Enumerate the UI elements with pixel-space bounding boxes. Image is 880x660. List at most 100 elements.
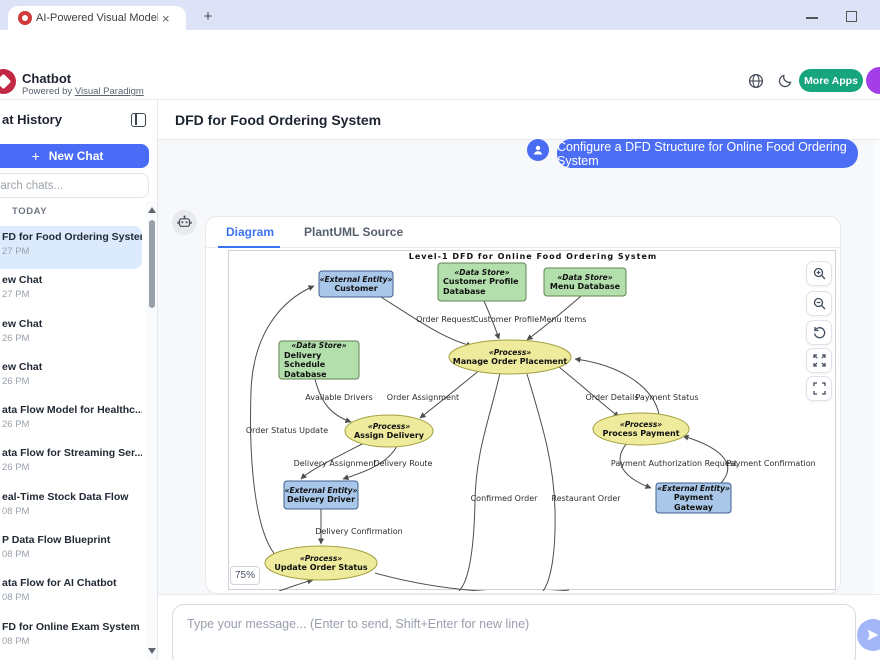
dfd-edge	[375, 573, 569, 591]
more-apps-button[interactable]: More Apps	[799, 69, 863, 92]
chat-item-title: FD for Food Ordering System	[2, 231, 138, 243]
card-tabs: Diagram PlantUML Source	[206, 217, 840, 248]
zoom-level-badge: 75%	[230, 566, 260, 585]
chat-list-item[interactable]: ew Chat26 PM	[0, 356, 142, 399]
chat-item-time: 08 PM	[2, 506, 138, 517]
chat-history-list: FD for Food Ordering System27 PMew Chat2…	[0, 226, 142, 659]
dfd-node-external[interactable]	[284, 481, 358, 509]
conversation-title: DFD for Food Ordering System	[175, 112, 381, 128]
dfd-edge	[459, 373, 500, 591]
fullscreen-button[interactable]	[806, 376, 832, 401]
chat-list-item[interactable]: ew Chat 27 PM	[0, 269, 142, 312]
dfd-edge-label: Delivery Assignment	[294, 459, 377, 468]
dfd-node-external[interactable]	[656, 483, 731, 513]
diagram-card: Diagram PlantUML Source Level-1 DFD for …	[205, 216, 841, 594]
dfd-node-process[interactable]	[345, 415, 433, 447]
dfd-edge-label: Order Details	[585, 393, 638, 402]
chat-item-title: ata Flow Model for Healthc...	[2, 404, 138, 416]
dfd-edge-label: Menu Items	[540, 315, 587, 324]
chat-item-title: P Data Flow Blueprint	[2, 534, 138, 546]
window-maximize-button[interactable]	[846, 11, 857, 22]
window-minimize-button[interactable]	[806, 17, 818, 19]
dfd-edge	[527, 374, 555, 591]
today-section-label: TODAY	[12, 206, 47, 217]
new-tab-button[interactable]: +	[200, 8, 216, 25]
user-message-bubble: Configure a DFD Structure for Online Foo…	[557, 139, 858, 168]
dfd-node-datastore[interactable]	[438, 263, 526, 301]
chat-list-item[interactable]: eal-Time Stock Data Flow 08 PM	[0, 486, 142, 529]
message-input[interactable]	[172, 604, 856, 660]
dfd-node-process[interactable]	[449, 340, 571, 374]
dfd-node-datastore[interactable]	[544, 268, 626, 296]
paper-plane-icon	[866, 628, 880, 642]
sidebar-collapse-icon[interactable]	[131, 113, 146, 127]
chat-list-item[interactable]: ata Flow for AI Chatbot08 PM	[0, 572, 142, 615]
tab-diagram[interactable]: Diagram	[226, 225, 274, 239]
dfd-edge-label: Available Drivers	[305, 393, 373, 402]
user-message-avatar	[527, 139, 549, 161]
search-chats-input[interactable]	[0, 173, 149, 198]
tab-plantuml-source[interactable]: PlantUML Source	[304, 225, 403, 239]
dfd-node-process[interactable]	[593, 413, 689, 445]
plus-icon: +	[32, 148, 40, 164]
tab-favicon-icon	[18, 11, 32, 25]
visual-paradigm-link[interactable]: Visual Paradigm	[75, 86, 144, 97]
dfd-edge-label: Confirmed Order	[471, 494, 538, 503]
zoom-in-button[interactable]	[806, 261, 832, 286]
scroll-up-icon[interactable]	[148, 207, 156, 213]
chat-scrollbar[interactable]	[874, 140, 880, 594]
dark-mode-moon-icon[interactable]	[778, 73, 793, 88]
dfd-title: Level-1 DFD for Online Food Ordering Sys…	[229, 252, 837, 261]
chat-item-time: 26 PM	[2, 376, 138, 387]
chat-item-time: 08 PM	[2, 549, 138, 560]
chat-item-time: 27 PM	[2, 289, 138, 300]
dfd-edge-label: Restaurant Order	[551, 494, 620, 503]
browser-tab[interactable]: AI-Powered Visual Modeling Ch ×	[8, 6, 186, 30]
chat-item-time: 27 PM	[2, 246, 138, 257]
scroll-down-icon[interactable]	[148, 648, 156, 654]
chat-item-time: 08 PM	[2, 636, 138, 647]
dfd-edge	[575, 359, 659, 414]
dfd-edge-label: Customer Profile	[473, 315, 539, 324]
app-title: Chatbot	[22, 71, 71, 86]
language-globe-icon[interactable]	[748, 73, 764, 89]
dfd-diagram	[229, 251, 837, 591]
diagram-canvas[interactable]: Level-1 DFD for Online Food Ordering Sys…	[228, 250, 836, 590]
dfd-node-datastore[interactable]	[279, 341, 359, 379]
chat-item-time: 26 PM	[2, 419, 138, 430]
sidebar-scrollbar-thumb[interactable]	[149, 220, 155, 308]
powered-by-text: Powered by Visual Paradigm	[22, 86, 144, 97]
tab-title: AI-Powered Visual Modeling Ch	[36, 12, 158, 24]
dfd-node-external[interactable]	[319, 271, 393, 297]
new-chat-button[interactable]: + New Chat	[0, 144, 149, 168]
chat-list-item[interactable]: FD for Online Exam System 08 PM	[0, 616, 142, 659]
browser-tabstrip: AI-Powered Visual Modeling Ch × +	[0, 0, 880, 30]
chat-list-item[interactable]: FD for Food Ordering System 27 PM	[0, 226, 142, 269]
chat-item-title: ata Flow for Streaming Ser...	[2, 447, 138, 459]
zoom-out-button[interactable]	[806, 291, 832, 316]
dfd-node-process[interactable]	[265, 546, 377, 580]
chat-item-title: FD for Online Exam System	[2, 621, 138, 633]
chat-list-item[interactable]: P Data Flow Blueprint 08 PM	[0, 529, 142, 572]
chat-item-title: ew Chat	[2, 274, 138, 286]
reset-view-button[interactable]	[806, 320, 832, 345]
expand-button[interactable]	[806, 348, 832, 373]
chat-list-item[interactable]: ata Flow for Streaming Ser... 26 PM	[0, 442, 142, 485]
dfd-edge-label: Payment Confirmation	[726, 459, 815, 468]
tab-close-icon[interactable]: ×	[162, 12, 170, 25]
chat-item-time: 26 PM	[2, 462, 138, 473]
dfd-edge-label: Payment Authorization Request	[611, 459, 737, 468]
dfd-edge	[251, 286, 314, 557]
chat-item-title: eal-Time Stock Data Flow	[2, 491, 138, 503]
chat-item-time: 08 PM	[2, 592, 138, 603]
robot-icon	[177, 215, 192, 230]
person-icon	[532, 144, 544, 156]
browser-toolbar: → ai-toolbox.visual-paradigm.com/app/cha…	[0, 30, 880, 62]
chat-item-time: 26 PM	[2, 333, 138, 344]
dfd-edge	[279, 580, 313, 591]
active-tab-underline	[218, 246, 280, 248]
dfd-edge-label: Order Request	[416, 315, 474, 324]
bot-avatar	[172, 210, 197, 235]
chat-list-item[interactable]: ata Flow Model for Healthc... 26 PM	[0, 399, 142, 442]
chat-list-item[interactable]: ew Chat26 PM	[0, 313, 142, 356]
